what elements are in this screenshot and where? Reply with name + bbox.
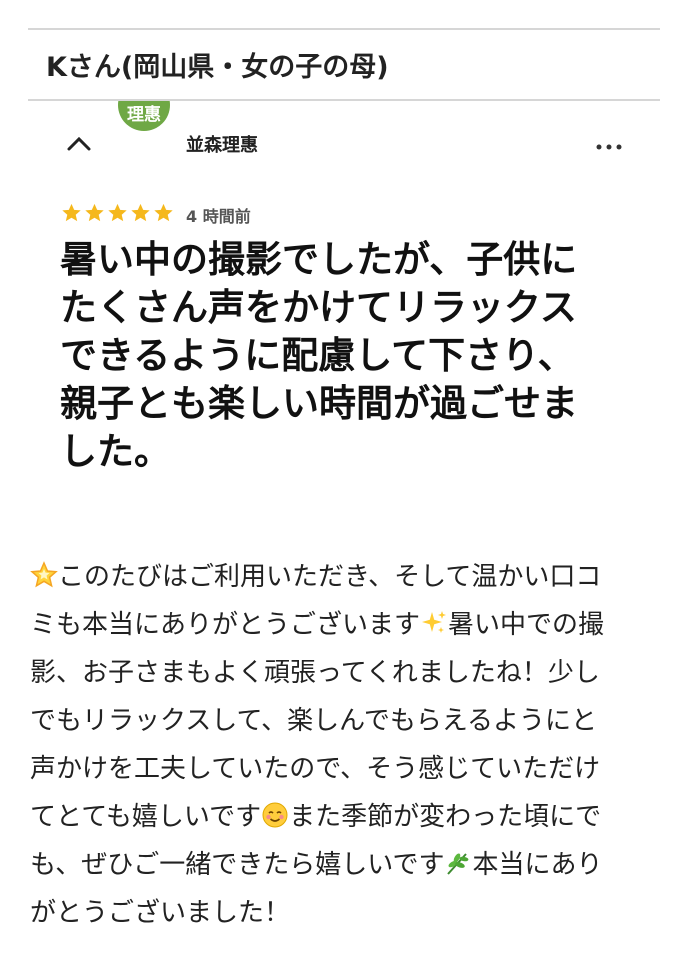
reply-line: 影、お子さまもよく頑張ってくれましたね！少し <box>30 658 600 688</box>
review-body: 暑い中の撮影でしたが、子供に たくさん声をかけてリラックス できるように配慮して… <box>60 236 640 476</box>
glowing-star-icon <box>30 561 58 588</box>
reply-line: 声かけを工夫していたので、そう感じていただけ <box>30 754 601 784</box>
sparkles-icon <box>422 611 447 633</box>
star-rating <box>60 202 175 224</box>
avatar[interactable]: 理惠 <box>118 101 170 131</box>
review-app-header: 理惠 並森理惠 <box>0 101 688 161</box>
reviewer-name[interactable]: 並森理惠 <box>186 131 258 157</box>
reply-text-segment: このたびはご利用いただき、そして温かい口コ <box>58 562 602 592</box>
close-icon[interactable] <box>64 131 94 161</box>
more-dots-icon[interactable] <box>594 141 624 153</box>
reply-line: ミも本当にありがとうございます 暑い中での撮 <box>30 601 670 649</box>
reply-text-segment: 本当にあり <box>472 850 603 880</box>
review-line: たくさん声をかけてリラックス <box>60 286 577 329</box>
star-icon <box>62 203 81 222</box>
owner-reply: このたびはご利用いただき、そして温かい口コ ミも本当にありがとうございます 暑い… <box>30 553 670 937</box>
star-icon <box>131 203 150 222</box>
review-line: した。 <box>60 430 171 473</box>
herb-icon <box>447 853 469 875</box>
star-icon <box>85 203 104 222</box>
reply-text-segment: も、ぜひご一緒できたら嬉しいです <box>30 850 445 880</box>
star-icon <box>108 203 127 222</box>
reply-line: でもリラックスして、楽しんでもらえるようにと <box>30 706 598 736</box>
reply-text-segment: ミも本当にありがとうございます <box>30 610 421 640</box>
reply-line: がとうございました！ <box>30 898 291 928</box>
reply-text-segment: 暑い中での撮 <box>448 610 605 640</box>
review-time-ago: 4 時間前 <box>186 207 251 226</box>
review-line: できるように配慮して下さり、 <box>60 334 575 377</box>
review-line: 暑い中の撮影でしたが、子供に <box>60 238 578 281</box>
reply-line: このたびはご利用いただき、そして温かい口コ <box>30 553 670 601</box>
star-icon <box>154 203 173 222</box>
reply-text-segment: てとても嬉しいです <box>30 802 262 832</box>
reply-line: てとても嬉しいです また季節が変わった頃にで <box>30 793 670 841</box>
smiling-face-icon <box>262 802 288 828</box>
reply-line: も、ぜひご一緒できたら嬉しいです 本当にあり <box>30 841 670 889</box>
reply-text-segment: また季節が変わった頃にで <box>289 802 602 832</box>
top-divider <box>28 28 660 30</box>
page-title: Kさん(岡山県・女の子の母) <box>46 52 389 83</box>
review-line: 親子とも楽しい時間が過ごせま <box>60 382 578 425</box>
